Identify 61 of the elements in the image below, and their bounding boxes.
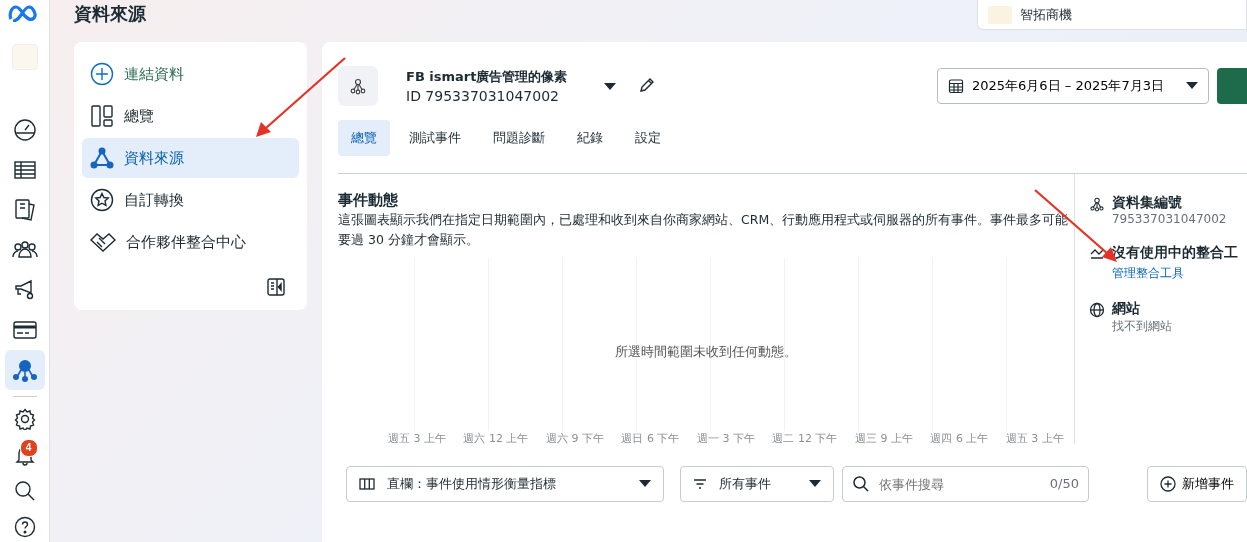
tab[interactable]: 問題診斷 <box>480 120 558 156</box>
detail-value: 795337031047002 <box>1111 212 1227 226</box>
axis-label: 週六 12 上午 <box>463 431 529 447</box>
tab[interactable]: 測試事件 <box>396 120 474 156</box>
detail-title: 沒有使用中的整合工 <box>1111 244 1238 262</box>
tab[interactable]: 紀錄 <box>564 120 616 156</box>
sidebar-item[interactable]: 合作夥伴整合中心 <box>82 222 299 262</box>
dataset-name: FB ismart廣告管理的像素 <box>406 68 569 86</box>
character-count: 0/50 <box>1049 476 1079 491</box>
add-event-button[interactable]: 新增事件 <box>1147 466 1247 502</box>
layout-icon <box>90 104 114 128</box>
settings-icon <box>13 408 36 430</box>
axis-label: 週五 3 上午 <box>388 431 446 447</box>
notifications-button[interactable]: 4 <box>4 437 45 473</box>
axis-label: 週二 12 下午 <box>772 431 838 447</box>
manage-integrations-link[interactable]: 管理整合工具 <box>1111 265 1184 282</box>
network-icon <box>90 146 114 170</box>
detail-title: 網站 <box>1111 300 1141 318</box>
detail-title: 資料集編號 <box>1111 194 1183 212</box>
axis-label: 週日 6 下午 <box>621 431 680 447</box>
sidebar-item[interactable]: 資料來源 <box>82 138 299 178</box>
plus-circle-icon <box>90 62 114 86</box>
axis-label: 週四 6 上午 <box>930 431 989 447</box>
axis-label: 週五 3 上午 <box>1005 431 1064 447</box>
filter-icon <box>693 479 708 489</box>
notification-badge: 4 <box>19 439 38 457</box>
collapse-panel-icon[interactable] <box>267 278 285 296</box>
dataset-id: ID 795337031047002 <box>406 88 560 104</box>
dataset-icon <box>1088 196 1105 212</box>
business-logo <box>988 5 1012 24</box>
axis-label: 週一 3 下午 <box>696 431 755 447</box>
sidebar-item[interactable]: 總覽 <box>82 96 299 136</box>
tab[interactable]: 設定 <box>622 120 674 156</box>
account-name: 智拓商機 <box>1020 5 1072 24</box>
columns-icon <box>359 478 375 490</box>
caret-icon <box>639 480 652 488</box>
axis-label: 週三 9 上午 <box>854 431 913 447</box>
columns-dropdown[interactable]: 直欄：事件使用情形衡量指標 <box>346 466 665 502</box>
caret-icon <box>1186 82 1198 90</box>
caret-icon <box>809 480 822 488</box>
axis-label: 週六 9 下午 <box>545 431 604 447</box>
connect-data-link[interactable]: 連結資料 <box>82 54 299 94</box>
sidebar-item[interactable]: 自訂轉換 <box>82 180 299 220</box>
help-icon <box>13 516 36 538</box>
event-filter-dropdown[interactable]: 所有事件 <box>680 466 835 502</box>
detail-value: 找不到網站 <box>1111 318 1172 335</box>
tab[interactable]: 總覽 <box>338 120 390 156</box>
network-icon[interactable] <box>4 350 45 390</box>
globe-icon <box>1088 302 1105 318</box>
section-title: 事件動態 <box>338 191 399 210</box>
date-range-picker[interactable]: 2025年6月6日 – 2025年7月3日 <box>937 68 1209 104</box>
empty-message: 所選時間範圍未收到任何動態。 <box>613 343 798 361</box>
search-icon <box>13 480 36 502</box>
plus-circle-icon <box>1160 476 1176 492</box>
dataset-icon <box>338 66 378 106</box>
caret-icon <box>604 82 616 91</box>
calendar-icon <box>948 78 964 94</box>
account-switcher[interactable]: 智拓商機 <box>977 0 1247 30</box>
search-icon <box>852 475 871 493</box>
page-title: 資料來源 <box>74 2 146 26</box>
section-description: 這張圖表顯示我們在指定日期範圍內，已處理和收到來自你商家網站、CRM、行動應用程式或伺服器的所有事件。事件最多可能要過 30 分鐘才會顯示。 <box>338 211 1070 249</box>
